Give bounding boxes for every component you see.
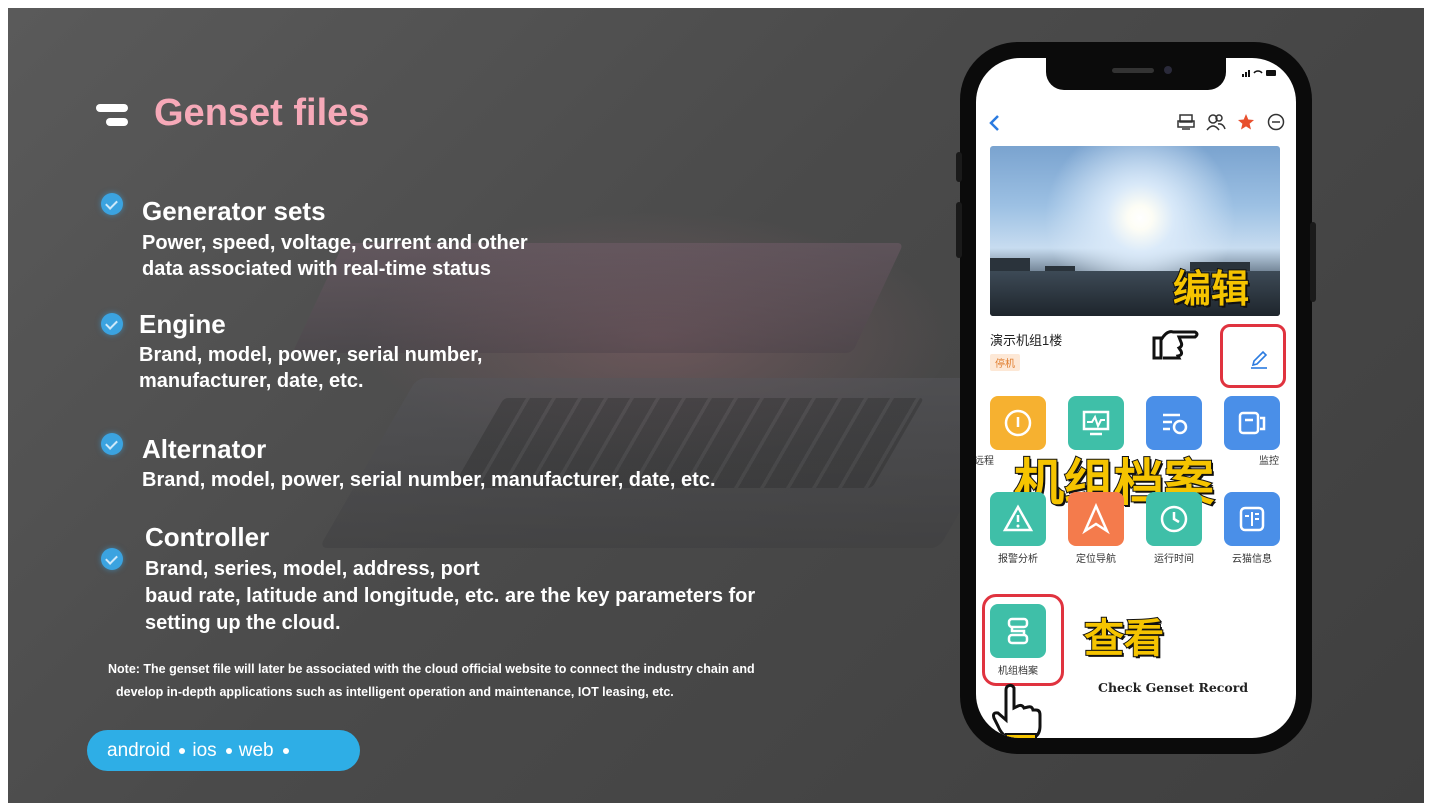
tile-label-cloud-info: 云猫信息 <box>1232 554 1272 565</box>
back-chevron-icon[interactable] <box>988 112 1000 138</box>
tile-label-genset-record: 机组档案 <box>998 666 1038 677</box>
platform-web: web <box>238 739 274 761</box>
speaker <box>1112 68 1154 73</box>
item-desc-line: manufacturer, date, etc. <box>139 370 364 392</box>
tile-label-runtime: 运行时间 <box>1154 554 1194 565</box>
navigation-tile[interactable] <box>1068 492 1124 546</box>
page-title: Genset files <box>154 92 370 134</box>
genset-record-tile[interactable] <box>990 604 1046 658</box>
item-desc-line: Brand, series, model, address, port <box>145 558 480 580</box>
navigate-icon <box>1082 503 1110 535</box>
list-clock-icon <box>1163 413 1188 435</box>
users-icon[interactable] <box>1206 112 1226 132</box>
clock-icon <box>1160 505 1188 533</box>
phone-side-button <box>956 152 962 182</box>
view-overlay-label: 查看 <box>1083 616 1165 662</box>
gauge-icon <box>1004 409 1032 437</box>
platform-pill: android ios web <box>87 730 360 771</box>
status-bar-icons <box>1242 68 1278 80</box>
item-title-controller: Controller <box>145 522 270 552</box>
platform-ios: ios <box>192 739 217 761</box>
item-desc-line: setting up the cloud. <box>145 612 341 634</box>
hand-cursor-icon <box>992 683 1042 738</box>
monitor-tile[interactable] <box>1068 396 1124 450</box>
tile-label-alarm-analysis: 报警分析 <box>998 554 1038 565</box>
check-circle-icon <box>101 433 123 455</box>
item-title-alternator: Alternator <box>142 434 267 464</box>
phone-side-button <box>1310 222 1316 302</box>
warning-icon <box>1002 504 1034 532</box>
bullet-dot-icon <box>225 747 232 754</box>
info-panel-icon <box>1239 506 1265 532</box>
phone-notch <box>1046 58 1226 90</box>
list-clock-tile[interactable] <box>1146 396 1202 450</box>
alarm-analysis-tile[interactable] <box>990 492 1046 546</box>
device-icon <box>1238 411 1266 435</box>
check-circle-icon <box>101 548 123 570</box>
device-tile[interactable] <box>1224 396 1280 450</box>
unit-name: 演示机组1楼 <box>990 333 1063 348</box>
item-desc-line: data associated with real-time status <box>142 258 492 280</box>
check-circle-icon <box>101 193 123 215</box>
item-title-generator-sets: Generator sets <box>142 196 326 226</box>
minus-circle-icon[interactable] <box>1266 112 1286 132</box>
phone-screen: 编辑 演示机组1楼 停机 远程 监控 机组档案 报警分析 定位导航 运行时间 云… <box>976 58 1296 738</box>
star-icon[interactable] <box>1236 112 1256 132</box>
pointing-hand-icon <box>1152 330 1199 360</box>
title-row: Genset files <box>96 92 369 135</box>
tile-label-navigation: 定位导航 <box>1076 554 1116 565</box>
top-toolbar <box>1176 112 1286 132</box>
menu-lines-icon <box>96 100 128 128</box>
platform-android: android <box>107 739 171 761</box>
note-line: Note: The genset file will later be asso… <box>108 662 755 676</box>
monitor-chart-icon <box>1082 410 1110 436</box>
gauge-tile[interactable] <box>990 396 1046 450</box>
edit-pencil-icon[interactable] <box>1249 350 1269 370</box>
phone-side-button <box>956 202 962 258</box>
edit-overlay-label: 编辑 <box>1172 268 1250 312</box>
print-icon[interactable] <box>1176 112 1196 132</box>
bullet-dot-icon <box>282 747 289 754</box>
item-desc-line: Power, speed, voltage, current and other <box>142 232 528 254</box>
check-genset-record-label: Check Genset Record <box>1098 680 1249 695</box>
item-desc-line: baud rate, latitude and longitude, etc. … <box>145 585 756 607</box>
item-title-engine: Engine <box>139 309 226 339</box>
item-desc-line: Brand, model, power, serial number, <box>139 344 483 366</box>
note-line: develop in-depth applications such as in… <box>116 685 674 699</box>
phone-mockup: 编辑 演示机组1楼 停机 远程 监控 机组档案 报警分析 定位导航 运行时间 云… <box>956 42 1316 754</box>
status-badge: 停机 <box>990 354 1020 371</box>
item-desc-line: Brand, model, power, serial number, manu… <box>142 469 716 491</box>
runtime-tile[interactable] <box>1146 492 1202 546</box>
note-text: Note: The genset file will later be asso… <box>108 658 755 704</box>
check-circle-icon <box>101 313 123 335</box>
bullet-dot-icon <box>179 747 186 754</box>
tile-label-monitor: 监控 <box>1259 456 1279 467</box>
tile-label-remote: 远程 <box>976 456 994 467</box>
camera <box>1164 66 1172 74</box>
cloud-info-tile[interactable] <box>1224 492 1280 546</box>
archive-icon <box>1007 617 1029 645</box>
signal-battery-icon <box>1242 70 1276 77</box>
